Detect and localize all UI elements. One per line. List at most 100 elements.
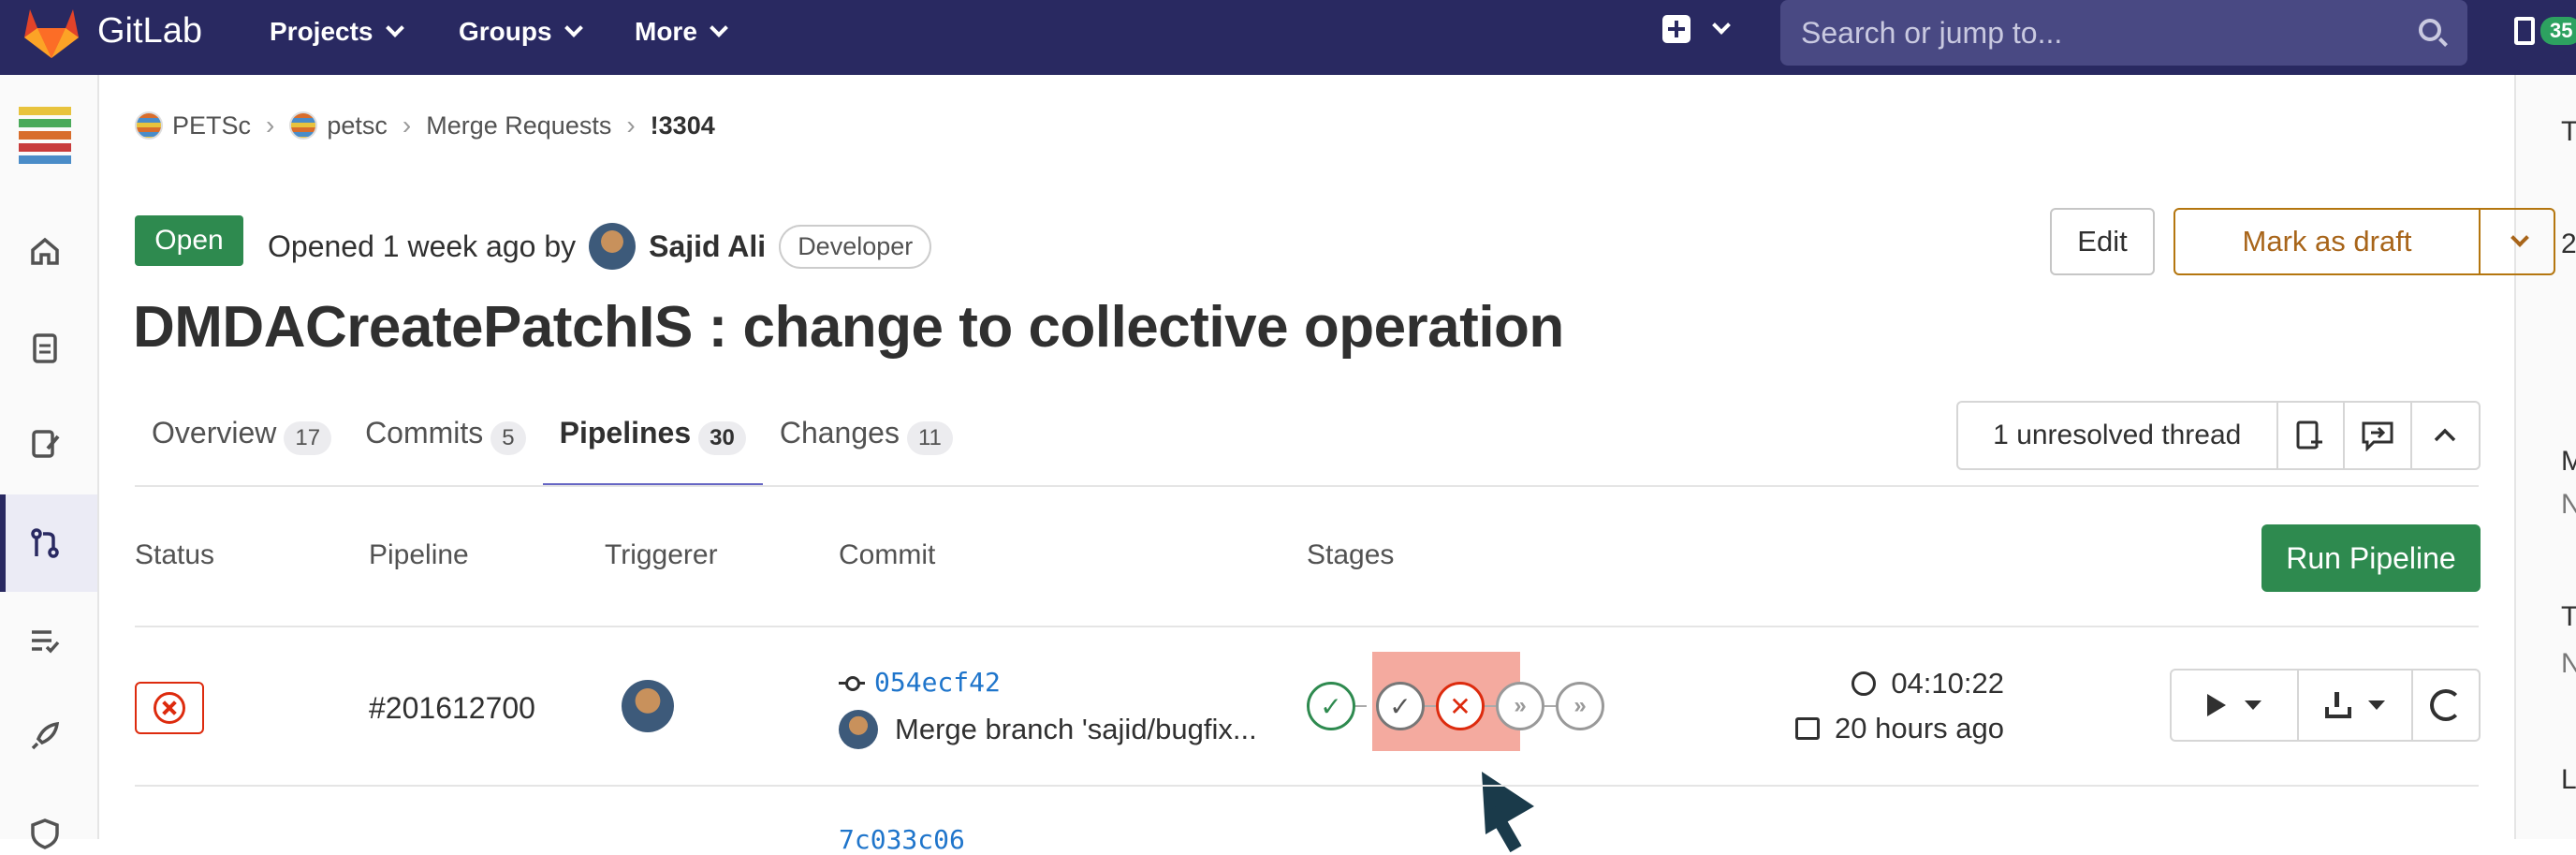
download-cell xyxy=(2299,671,2411,740)
tab-pipelines[interactable]: Pipelines 30 xyxy=(542,403,763,487)
project-avatar[interactable] xyxy=(17,103,73,174)
project-avatar-small xyxy=(289,111,318,140)
tab-overview[interactable]: Overview 17 xyxy=(135,403,348,487)
next-row-commit-sha[interactable]: 7c033c06 xyxy=(839,824,965,855)
tab-count-badge: 17 xyxy=(284,421,332,455)
retry-cell xyxy=(2413,671,2479,740)
column-header-commit: Commit xyxy=(839,539,936,570)
download-icon xyxy=(2325,692,2351,718)
author-name[interactable]: Sajid Ali xyxy=(649,229,766,264)
breadcrumb-item-merge-requests[interactable]: Merge Requests xyxy=(426,111,611,140)
retry-pipeline-button[interactable] xyxy=(2411,669,2481,742)
right-sidebar-text: N xyxy=(2561,648,2576,680)
chevron-down-icon xyxy=(385,19,404,37)
tab-label: Commits xyxy=(365,416,484,450)
role-badge: Developer xyxy=(779,224,932,269)
home-icon[interactable] xyxy=(26,232,64,270)
finished-row: 20 hours ago xyxy=(1795,712,2004,745)
nav-projects-label: Projects xyxy=(270,17,373,46)
brand-name[interactable]: GitLab xyxy=(97,11,202,52)
mr-meta: Opened 1 week ago by Sajid Ali Developer xyxy=(268,223,932,270)
opened-text: Opened 1 week ago by xyxy=(268,228,577,263)
breadcrumb-separator-icon: › xyxy=(626,111,636,140)
breadcrumb-item-mr[interactable]: !3304 xyxy=(651,111,715,140)
duration-row: 04:10:22 xyxy=(1795,667,2004,700)
right-sidebar-text: N xyxy=(2561,489,2576,521)
breadcrumb: PETSc › petsc › Merge Requests › !3304 xyxy=(135,111,715,140)
triggerer-avatar[interactable] xyxy=(622,680,674,732)
requirements-icon[interactable] xyxy=(26,622,64,659)
status-failed-icon xyxy=(154,692,185,724)
calendar-icon xyxy=(1795,717,1820,740)
stage-skipped-icon[interactable]: » xyxy=(1556,682,1604,730)
run-pipeline-button[interactable]: Run Pipeline xyxy=(2261,524,2481,592)
tab-changes[interactable]: Changes 11 xyxy=(763,403,970,487)
tab-count-badge: 5 xyxy=(490,421,526,455)
tab-label: Pipelines xyxy=(559,416,692,450)
search-placeholder: Search or jump to... xyxy=(1801,16,2063,50)
pipeline-stages: ✓ ✓ ✕ » » xyxy=(1307,682,1604,730)
play-cell xyxy=(2172,671,2297,740)
stage-passed-check-icon[interactable]: ✓ xyxy=(1307,682,1355,730)
new-dropdown-button[interactable] xyxy=(1662,15,1731,43)
top-navbar: GitLab Projects Groups More Search or ju… xyxy=(0,0,2576,75)
unresolved-threads-label[interactable]: 1 unresolved thread xyxy=(1958,403,2278,468)
pipeline-status-failed-badge[interactable] xyxy=(135,682,204,734)
merge-request-icon xyxy=(2514,17,2535,45)
right-sidebar-text: L xyxy=(2561,764,2576,795)
pipeline-id-link[interactable]: #201612700 xyxy=(369,691,535,726)
download-artifacts-dropdown[interactable] xyxy=(2297,669,2413,742)
nav-groups[interactable]: Groups xyxy=(459,17,583,47)
nav-more[interactable]: More xyxy=(635,17,728,47)
nav-groups-label: Groups xyxy=(459,17,552,46)
merge-request-icon[interactable] xyxy=(26,524,64,562)
commit-icon xyxy=(839,675,865,691)
commit-message[interactable]: Merge branch 'sajid/bugfix... xyxy=(839,710,1257,749)
stage-connector xyxy=(1425,705,1436,707)
gitlab-logo-icon[interactable] xyxy=(22,6,80,60)
collapse-chevron-up-icon[interactable] xyxy=(2412,403,2479,468)
deployments-rocket-icon[interactable] xyxy=(26,717,64,755)
chevron-down-icon xyxy=(564,19,583,37)
security-shield-icon[interactable] xyxy=(26,815,64,852)
commit-sha-link[interactable]: 054ecf42 xyxy=(839,667,1001,698)
search-input[interactable]: Search or jump to... xyxy=(1780,0,2467,66)
right-sidebar-text: M xyxy=(2561,446,2576,478)
edit-button[interactable]: Edit xyxy=(2050,208,2155,275)
status-badge: Open xyxy=(135,215,243,266)
stage-skipped-icon[interactable]: » xyxy=(1496,682,1544,730)
nav-more-label: More xyxy=(635,17,697,46)
caret-down-icon xyxy=(2368,700,2385,710)
issues-icon[interactable] xyxy=(26,425,64,463)
author-avatar[interactable] xyxy=(589,223,637,270)
row-divider xyxy=(135,785,2479,787)
play-icon xyxy=(2207,694,2226,716)
unresolved-threads-group: 1 unresolved thread xyxy=(1956,401,2481,470)
table-header-divider xyxy=(135,626,2479,627)
stage-connector xyxy=(1544,705,1556,707)
retry-icon xyxy=(2430,689,2462,721)
duration-text: 04:10:22 xyxy=(1891,667,2004,700)
column-header-pipeline: Pipeline xyxy=(369,539,469,570)
search-icon xyxy=(2419,19,2441,41)
tab-commits[interactable]: Commits 5 xyxy=(348,403,543,487)
stage-passed-check-icon[interactable]: ✓ xyxy=(1376,682,1425,730)
tabs-divider xyxy=(135,485,2479,487)
add-thread-icon[interactable] xyxy=(2278,403,2346,468)
mr-actions-dropdown[interactable] xyxy=(2479,208,2555,275)
mark-as-draft-button[interactable]: Mark as draft xyxy=(2174,208,2481,275)
breadcrumb-item-group[interactable]: PETSc xyxy=(172,111,251,140)
play-manual-dropdown[interactable] xyxy=(2170,669,2299,742)
commit-author-avatar[interactable] xyxy=(839,710,878,749)
timer-icon xyxy=(1852,671,1877,696)
nav-projects[interactable]: Projects xyxy=(270,17,404,47)
stage-failed-x-icon[interactable]: ✕ xyxy=(1436,682,1485,730)
merge-requests-counter[interactable]: 35 xyxy=(2514,17,2576,45)
commit-sha-text: 054ecf42 xyxy=(874,667,1001,698)
comment-next-icon[interactable] xyxy=(2345,403,2412,468)
repository-icon[interactable] xyxy=(26,330,64,367)
breadcrumb-item-project[interactable]: petsc xyxy=(327,111,388,140)
plus-square-icon xyxy=(1662,15,1690,43)
tab-count-badge: 30 xyxy=(698,421,746,455)
tab-label: Overview xyxy=(152,416,277,450)
